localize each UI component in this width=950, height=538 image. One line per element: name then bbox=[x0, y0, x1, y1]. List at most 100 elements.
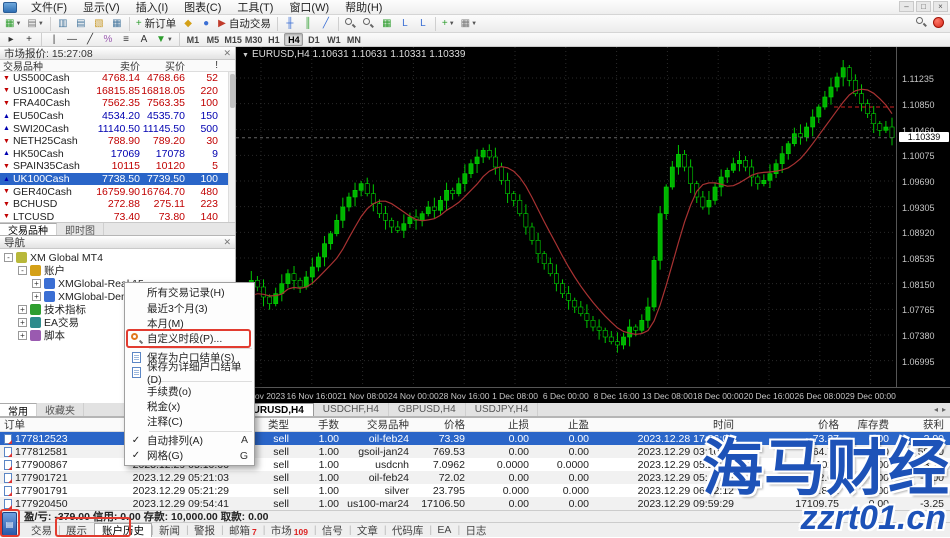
menu-6[interactable]: 帮助(H) bbox=[337, 0, 390, 16]
history-col-10[interactable]: 库存费 bbox=[845, 417, 895, 432]
terminal-tab-展示[interactable]: |展示 bbox=[59, 523, 94, 537]
terminal-tab-日志[interactable]: |日志 bbox=[458, 523, 493, 537]
fibo-tool[interactable]: % bbox=[100, 32, 116, 48]
market-watch-row[interactable]: ▼BCHUSD272.88275.11223 bbox=[0, 198, 235, 211]
expand-icon[interactable]: + bbox=[18, 305, 27, 314]
terminal-tab-邮箱[interactable]: |邮箱7 bbox=[222, 523, 264, 537]
zoom-in-button[interactable] bbox=[343, 16, 359, 32]
menu-item-8[interactable]: 手续费(o) bbox=[125, 383, 254, 398]
col-ask[interactable]: 买价 bbox=[140, 58, 185, 73]
market-watch-row[interactable]: ▼SPAIN35Cash10115101205 bbox=[0, 160, 235, 173]
history-col-3[interactable]: 手数 bbox=[295, 417, 345, 432]
menu-item-13[interactable]: ✓网格(G)G bbox=[125, 448, 254, 463]
timeframe-M1[interactable]: M1 bbox=[183, 33, 202, 46]
terminal-toggle[interactable]: ▦ bbox=[109, 16, 125, 32]
menu-5[interactable]: 窗口(W) bbox=[281, 0, 337, 16]
terminal-tab-警报[interactable]: |警报 bbox=[187, 523, 222, 537]
expand-icon[interactable]: + bbox=[18, 331, 27, 340]
line-chart-button[interactable]: ╱ bbox=[318, 16, 334, 32]
menu-item-6[interactable]: 保存为详细户口结单(D) bbox=[125, 365, 254, 380]
market-watch-tab-即时图[interactable]: 即时图 bbox=[57, 223, 104, 235]
menu-item-1[interactable]: 最近3个月(3) bbox=[125, 300, 254, 315]
close-icon[interactable]: ✕ bbox=[223, 48, 231, 59]
menu-item-12[interactable]: ✓自动排列(A)A bbox=[125, 433, 254, 448]
market-watch-row[interactable]: ▲UK100Cash7738.507739.50100 bbox=[0, 173, 235, 186]
timeframe-W1[interactable]: W1 bbox=[324, 33, 343, 46]
data-window-toggle[interactable]: ▤ bbox=[73, 16, 89, 32]
timeframe-MN[interactable]: MN bbox=[344, 33, 363, 46]
history-row[interactable]: 1779017912023.12.29 05:21:29sell1.00silv… bbox=[0, 484, 950, 497]
history-col-11[interactable]: 获利 bbox=[895, 417, 950, 432]
timeframe-M5[interactable]: M5 bbox=[203, 33, 222, 46]
menu-item-2[interactable]: 本月(M) bbox=[125, 316, 254, 331]
tree-item[interactable]: -账户 bbox=[2, 264, 235, 277]
terminal-tab-账户历史[interactable]: 账户历史 bbox=[94, 523, 152, 537]
history-col-4[interactable]: 交易品种 bbox=[345, 417, 415, 432]
menu-0[interactable]: 文件(F) bbox=[23, 0, 75, 16]
zoom-out-button[interactable] bbox=[361, 16, 377, 32]
market-watch-toggle[interactable]: ▥ bbox=[55, 16, 71, 32]
expand-icon[interactable]: + bbox=[18, 318, 27, 327]
auto-scroll-button[interactable]: L bbox=[397, 16, 413, 32]
expand-icon[interactable]: + bbox=[32, 279, 41, 288]
expand-icon[interactable]: + bbox=[32, 292, 41, 301]
market-watch-scrollbar[interactable] bbox=[228, 72, 235, 222]
chart-shift-button[interactable]: L bbox=[415, 16, 431, 32]
market-watch-row[interactable]: ▲HK50Cash17069170789 bbox=[0, 148, 235, 161]
menu-item-9[interactable]: 税金(x) bbox=[125, 399, 254, 414]
minimize-button[interactable]: – bbox=[899, 1, 914, 12]
shapes-tool[interactable]: ≡ bbox=[118, 32, 134, 48]
market-watch-row[interactable]: ▼US500Cash4768.144768.6652 bbox=[0, 72, 235, 85]
candlestick-button[interactable]: ║ bbox=[300, 16, 316, 32]
terminal-tab-信号[interactable]: |信号 bbox=[315, 523, 350, 537]
market-watch-row[interactable]: ▼US100Cash16815.8516818.05220 bbox=[0, 85, 235, 98]
timeframe-M15[interactable]: M15 bbox=[223, 33, 243, 46]
menu-item-10[interactable]: 注释(C) bbox=[125, 414, 254, 429]
chart-tab-USDCHF-H4[interactable]: USDCHF,H4 bbox=[314, 403, 389, 416]
menu-3[interactable]: 图表(C) bbox=[176, 0, 229, 16]
timeframe-H4[interactable]: H4 bbox=[284, 33, 303, 46]
community-button[interactable]: ● bbox=[198, 16, 214, 32]
market-watch-row[interactable]: ▼GER40Cash16759.9016764.70480 bbox=[0, 185, 235, 198]
collapse-icon[interactable]: - bbox=[18, 266, 27, 275]
terminal-tab-新闻[interactable]: |新闻 bbox=[152, 523, 187, 537]
col-spread[interactable]: ! bbox=[185, 60, 220, 71]
menu-item-0[interactable]: 所有交易记录(H) bbox=[125, 285, 254, 300]
history-col-8[interactable]: 时间 bbox=[595, 417, 740, 432]
timeframe-M30[interactable]: M30 bbox=[244, 33, 264, 46]
menu-4[interactable]: 工具(T) bbox=[229, 0, 281, 16]
menu-2[interactable]: 插入(I) bbox=[128, 0, 176, 16]
terminal-tab-EA[interactable]: |EA bbox=[430, 523, 458, 537]
chart-tab-GBPUSD-H4[interactable]: GBPUSD,H4 bbox=[389, 403, 466, 416]
market-watch-tab-交易品种[interactable]: 交易品种 bbox=[0, 223, 57, 235]
indicators-button[interactable]: +▼ bbox=[440, 16, 457, 32]
col-bid[interactable]: 卖价 bbox=[88, 58, 140, 73]
profiles-button[interactable]: ▤▼ bbox=[25, 16, 45, 32]
navigator-toggle[interactable]: ▧ bbox=[91, 16, 107, 32]
terminal-tab-代码库[interactable]: |代码库 bbox=[385, 523, 431, 537]
chart-window[interactable]: ▼EURUSD,H4 1.10631 1.10631 1.10331 1.103… bbox=[236, 47, 950, 403]
terminal-tab-文章[interactable]: |文章 bbox=[350, 523, 385, 537]
terminal-tab-交易[interactable]: 交易 bbox=[24, 523, 59, 537]
chart-tab-USDJPY-H4[interactable]: USDJPY,H4 bbox=[466, 403, 539, 416]
close-button[interactable]: × bbox=[933, 1, 948, 12]
candlestick-chart[interactable] bbox=[236, 47, 950, 403]
menu-1[interactable]: 显示(V) bbox=[75, 0, 128, 16]
market-watch-row[interactable]: ▼FRA40Cash7562.357563.35100 bbox=[0, 97, 235, 110]
chevron-left-icon[interactable]: ◂ bbox=[934, 405, 938, 414]
text-tool[interactable]: A bbox=[136, 32, 152, 48]
restore-button[interactable]: □ bbox=[916, 1, 931, 12]
market-watch-row[interactable]: ▲EU50Cash4534.204535.70150 bbox=[0, 110, 235, 123]
menu-item-3[interactable]: 自定义时段(P)... bbox=[125, 331, 254, 346]
market-watch-row[interactable]: ▲SWI20Cash11140.5011145.50500 bbox=[0, 122, 235, 135]
metaeditor-button[interactable]: ◆ bbox=[180, 16, 196, 32]
history-col-7[interactable]: 止盈 bbox=[535, 417, 595, 432]
arrows-tool[interactable]: ▼▼ bbox=[154, 32, 175, 48]
new-order-button[interactable]: +新订单 bbox=[134, 16, 178, 32]
close-icon[interactable]: ✕ bbox=[223, 237, 231, 248]
timeframe-D1[interactable]: D1 bbox=[304, 33, 323, 46]
history-col-5[interactable]: 价格 bbox=[415, 417, 471, 432]
templates-button[interactable]: ▦▼ bbox=[459, 16, 479, 32]
collapse-icon[interactable]: - bbox=[4, 253, 13, 262]
new-chart-button[interactable]: ▦▼ bbox=[3, 16, 23, 32]
